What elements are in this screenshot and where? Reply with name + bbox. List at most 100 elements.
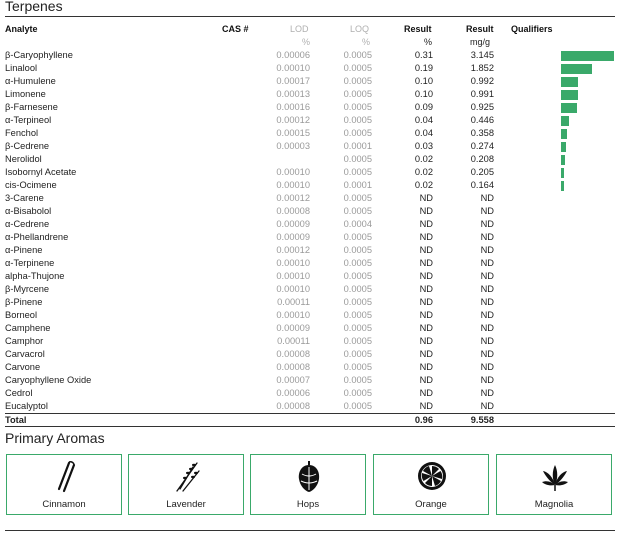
aroma-card-orange: Orange xyxy=(373,454,489,515)
result-pct-value: ND xyxy=(419,232,433,242)
aroma-label-cinnamon: Cinnamon xyxy=(42,499,86,510)
loq-value: 0.0005 xyxy=(343,206,372,216)
table-row: Linalool 0.00010 0.0005 0.19 1.852 xyxy=(0,62,640,75)
result-pct-value: ND xyxy=(419,258,433,268)
lod-value: 0.00006 xyxy=(276,50,310,60)
loq-value: 0.0001 xyxy=(343,141,372,151)
lod-value: 0.00009 xyxy=(276,323,310,333)
table-row: α-Humulene 0.00017 0.0005 0.10 0.992 xyxy=(0,75,640,88)
table-row: α-Bisabolol 0.00008 0.0005 ND ND xyxy=(0,205,640,218)
qualifier-bar xyxy=(561,103,577,113)
result-pct-value: 0.02 xyxy=(414,167,433,177)
result-pct-value: 0.03 xyxy=(414,141,433,151)
final-rule xyxy=(5,530,615,531)
analyte-name: α-Humulene xyxy=(5,76,56,86)
aroma-card-cinnamon: Cinnamon xyxy=(6,454,122,515)
result-mg-value: 3.145 xyxy=(470,50,494,60)
table-row: Isobornyl Acetate 0.00010 0.0005 0.02 0.205 xyxy=(0,166,640,179)
result-mg-value: ND xyxy=(480,193,494,203)
header-result-mg: Result xyxy=(466,24,494,34)
lod-value: 0.00012 xyxy=(276,115,310,125)
result-mg-value: 0.274 xyxy=(470,141,494,151)
table-row: α-Pinene 0.00012 0.0005 ND ND xyxy=(0,244,640,257)
analyte-name: α-Terpineol xyxy=(5,115,52,125)
result-mg-value: ND xyxy=(480,362,494,372)
table-row: α-Terpinene 0.00010 0.0005 ND ND xyxy=(0,257,640,270)
analyte-name: Isobornyl Acetate xyxy=(5,167,77,177)
loq-value: 0.0005 xyxy=(343,388,372,398)
header-analyte: Analyte xyxy=(5,24,38,34)
lod-value: 0.00015 xyxy=(276,128,310,138)
loq-value: 0.0005 xyxy=(343,310,372,320)
analyte-name: β-Cedrene xyxy=(5,141,50,151)
analyte-name: α-Phellandrene xyxy=(5,232,69,242)
bottom-rule xyxy=(5,426,615,427)
unit-loq: % xyxy=(362,37,371,47)
result-pct-value: 0.31 xyxy=(414,50,433,60)
result-mg-value: 0.164 xyxy=(470,180,494,190)
table-row: α-Phellandrene 0.00009 0.0005 ND ND xyxy=(0,231,640,244)
result-mg-value: ND xyxy=(480,206,494,216)
loq-value: 0.0005 xyxy=(343,89,372,99)
lod-value: 0.00011 xyxy=(277,336,310,346)
analyte-name: Fenchol xyxy=(5,128,39,138)
result-mg-value: ND xyxy=(480,336,494,346)
loq-value: 0.0005 xyxy=(343,63,372,73)
magnolia-icon xyxy=(542,465,568,491)
analyte-name: Nerolidol xyxy=(5,154,42,164)
result-pct-value: 0.10 xyxy=(414,76,433,86)
orange-icon xyxy=(418,462,446,490)
analyte-name: Carvone xyxy=(5,362,41,372)
lod-value: 0.00017 xyxy=(276,76,310,86)
table-row: Limonene 0.00013 0.0005 0.10 0.991 xyxy=(0,88,640,101)
loq-value: 0.0005 xyxy=(343,271,372,281)
result-pct-value: 0.04 xyxy=(414,128,433,138)
section-title: Terpenes xyxy=(5,0,63,14)
loq-value: 0.0005 xyxy=(343,50,372,60)
result-mg-value: 0.925 xyxy=(470,102,494,112)
qualifier-bar xyxy=(561,51,614,61)
table-row: α-Terpineol 0.00012 0.0005 0.04 0.446 xyxy=(0,114,640,127)
table-row: β-Myrcene 0.00010 0.0005 ND ND xyxy=(0,283,640,296)
result-mg-value: 1.852 xyxy=(470,63,494,73)
aroma-label-orange: Orange xyxy=(415,499,447,510)
result-mg-value: 0.208 xyxy=(470,154,494,164)
loq-value: 0.0005 xyxy=(343,258,372,268)
result-pct-value: ND xyxy=(419,297,433,307)
result-mg-value: ND xyxy=(480,284,494,294)
analyte-name: β-Pinene xyxy=(5,297,43,307)
result-pct-value: 0.04 xyxy=(414,115,433,125)
qualifier-bar xyxy=(561,155,565,165)
loq-value: 0.0005 xyxy=(343,323,372,333)
result-mg-value: ND xyxy=(480,297,494,307)
table-row: β-Farnesene 0.00016 0.0005 0.09 0.925 xyxy=(0,101,640,114)
result-pct-value: ND xyxy=(419,336,433,346)
lod-value: 0.00007 xyxy=(276,375,310,385)
lod-value: 0.00008 xyxy=(276,401,310,411)
result-pct-value: ND xyxy=(419,206,433,216)
lod-value: 0.00003 xyxy=(276,141,310,151)
loq-value: 0.0005 xyxy=(343,193,372,203)
table-row: 3-Carene 0.00012 0.0005 ND ND xyxy=(0,192,640,205)
analyte-name: Linalool xyxy=(5,63,38,73)
result-pct-value: ND xyxy=(419,271,433,281)
qualifier-bar xyxy=(561,90,578,100)
loq-value: 0.0005 xyxy=(343,336,372,346)
analyte-name: alpha-Thujone xyxy=(5,271,65,281)
lavender-icon xyxy=(176,462,200,492)
table-row: alpha-Thujone 0.00010 0.0005 ND ND xyxy=(0,270,640,283)
loq-value: 0.0005 xyxy=(343,167,372,177)
result-pct-value: ND xyxy=(419,349,433,359)
header-result-pct: Result xyxy=(404,24,432,34)
loq-value: 0.0005 xyxy=(343,102,372,112)
loq-value: 0.0004 xyxy=(343,219,372,229)
aroma-card-lavender: Lavender xyxy=(128,454,244,515)
table-row: β-Cedrene 0.00003 0.0001 0.03 0.274 xyxy=(0,140,640,153)
lod-value: 0.00011 xyxy=(277,297,310,307)
loq-value: 0.0005 xyxy=(343,284,372,294)
analyte-name: cis-Ocimene xyxy=(5,180,57,190)
qualifier-bar xyxy=(561,142,566,152)
lod-value: 0.00009 xyxy=(276,232,310,242)
result-mg-value: ND xyxy=(480,401,494,411)
qualifier-bar xyxy=(561,116,569,126)
